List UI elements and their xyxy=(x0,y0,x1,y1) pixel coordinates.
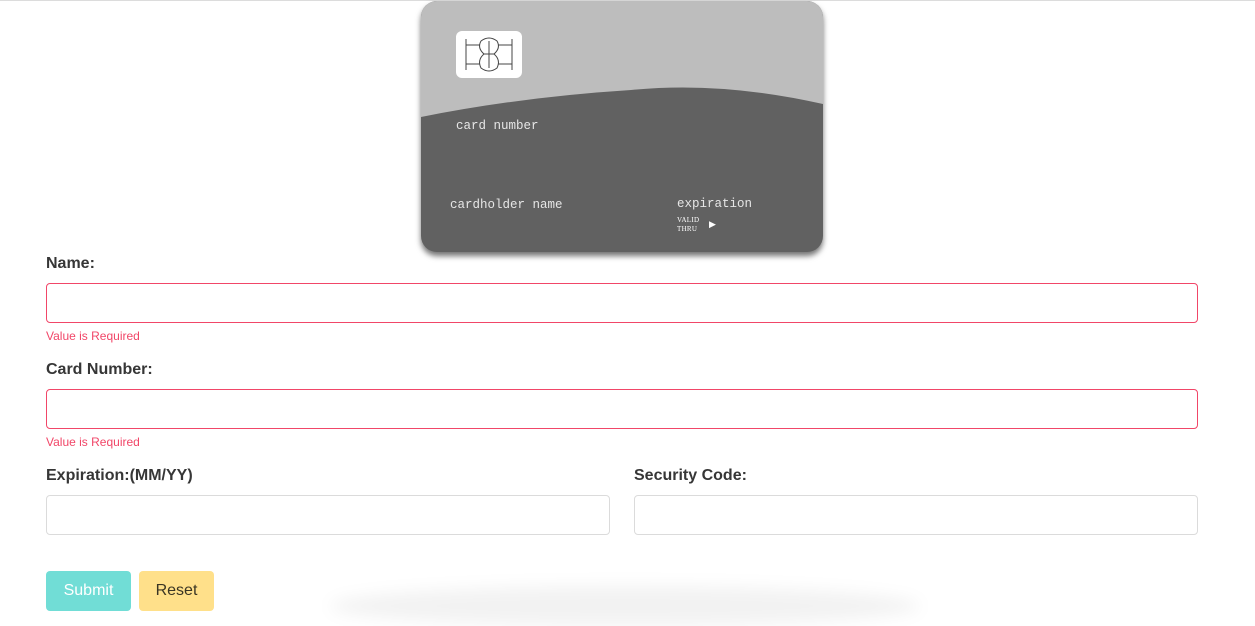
submit-button[interactable]: Submit xyxy=(46,571,131,611)
card-number-display: card number xyxy=(456,119,539,133)
valid-thru-label: VALID THRU xyxy=(677,216,699,234)
name-error-message: Value is Required xyxy=(46,329,140,343)
valid-thru-line1: VALID xyxy=(677,216,700,224)
expiration-display: expiration xyxy=(677,197,753,211)
valid-thru-arrow-icon: ▶ xyxy=(709,219,716,229)
card-chip-icon xyxy=(456,31,522,78)
security-code-label: Security Code: xyxy=(634,467,747,484)
cardholder-name-display: cardholder name xyxy=(450,198,563,212)
reset-button[interactable]: Reset xyxy=(139,571,214,611)
card-number-input[interactable] xyxy=(46,389,1198,429)
expiration-input[interactable] xyxy=(46,495,610,535)
name-input[interactable] xyxy=(46,283,1198,323)
card-number-error-message: Value is Required xyxy=(46,435,140,449)
credit-card-preview: card number cardholder name expiration V… xyxy=(421,1,823,252)
bottom-shadow xyxy=(330,586,920,626)
expiration-label: Expiration:(MM/YY) xyxy=(46,467,193,484)
card-number-label: Card Number: xyxy=(46,361,153,378)
security-code-input[interactable] xyxy=(634,495,1198,535)
valid-thru-line2: THRU xyxy=(677,225,698,233)
name-label: Name: xyxy=(46,255,95,272)
